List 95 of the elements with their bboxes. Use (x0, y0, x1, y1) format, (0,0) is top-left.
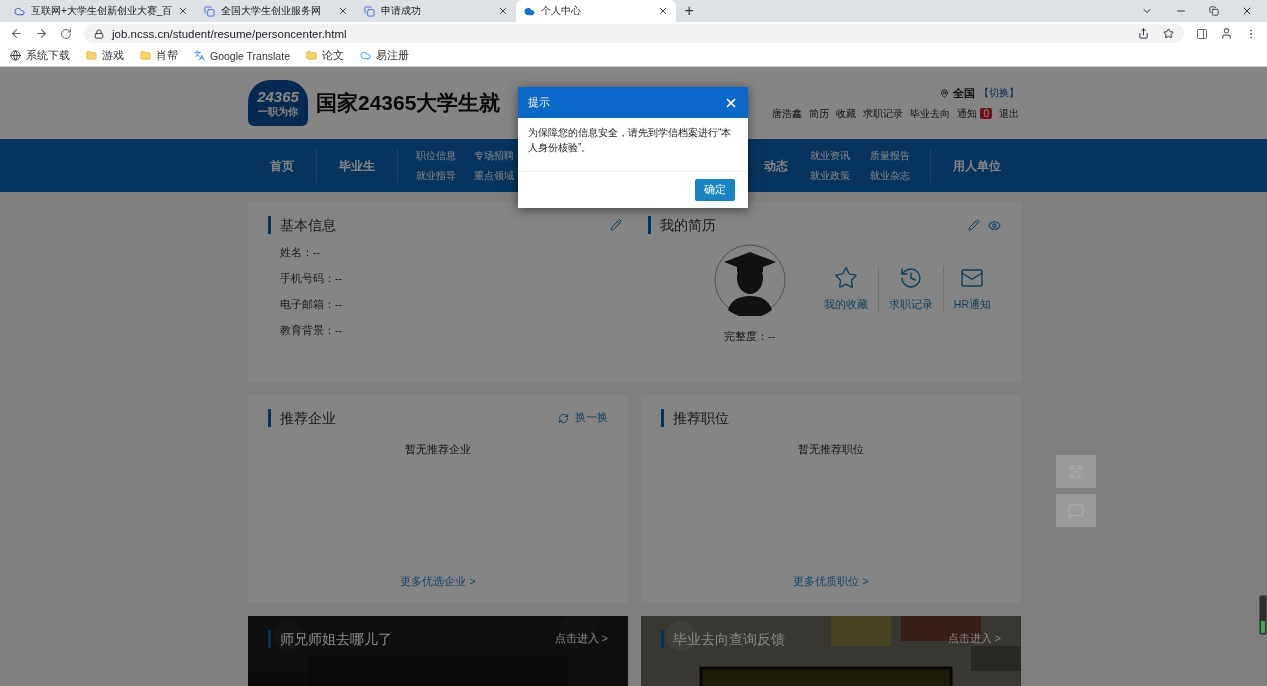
site-title: 国家24365大学生就 (316, 90, 501, 116)
level-meter-icon (1259, 595, 1267, 635)
folder-icon (305, 50, 317, 61)
info-field: 手机号码：-- (280, 272, 622, 286)
folder-icon (140, 50, 151, 61)
site-icon (204, 5, 216, 17)
site-icon (364, 5, 376, 17)
card-title: 推荐企业 (268, 409, 336, 427)
lock-icon (94, 28, 104, 39)
side-panel-icon[interactable] (1196, 27, 1208, 40)
star-icon (833, 266, 858, 290)
profile-icon[interactable] (1220, 27, 1233, 40)
close-icon[interactable] (338, 6, 349, 16)
close-icon[interactable] (658, 6, 669, 16)
info-field: 教育背景：-- (280, 324, 622, 338)
browser-tab[interactable]: 全国大学生创业服务网 (196, 0, 357, 22)
bookmark[interactable]: 游戏 (86, 48, 124, 63)
nav-link[interactable]: 就业指导 (416, 168, 456, 183)
forward-icon[interactable] (35, 27, 48, 40)
resume-action-link[interactable]: 我的收藏 (813, 266, 878, 312)
cloud-icon (524, 5, 536, 17)
refresh-link[interactable]: 换一换 (558, 411, 608, 425)
browser-tab[interactable]: 互联网+大学生创新创业大赛_百 (6, 0, 197, 22)
translate-icon (194, 50, 205, 61)
star-icon[interactable] (1163, 28, 1174, 39)
dialog-title: 提示 (528, 95, 550, 110)
mail-icon (960, 266, 985, 290)
edit-icon[interactable] (968, 219, 980, 231)
dialog-message: 为保障您的信息安全，请先到学信档案进行“本人身份核验”。 (518, 118, 748, 172)
edit-icon[interactable] (609, 219, 622, 231)
info-field: 电子邮箱：-- (280, 298, 622, 312)
banner-title: 师兄师姐去哪儿了 (268, 630, 392, 648)
new-tab-button[interactable]: + (676, 2, 702, 20)
address-bar[interactable]: job.ncss.cn/student/resume/personcenter.html (84, 24, 1184, 43)
pin-icon (940, 88, 949, 98)
cloud-icon (359, 50, 371, 61)
browser-tab[interactable]: 申请成功 (356, 0, 517, 22)
header-link[interactable]: 求职记录 (863, 106, 904, 121)
nav-link[interactable]: 职位信息 (416, 148, 456, 163)
close-icon[interactable] (498, 6, 509, 16)
browser-tab[interactable]: 个人中心 (516, 0, 677, 22)
view-icon[interactable] (988, 218, 1001, 232)
nav-item[interactable]: 用人单位 (930, 148, 1023, 183)
nav-link[interactable]: 专场招聘 (474, 148, 514, 163)
url-text: job.ncss.cn/student/resume/personcenter.html (112, 27, 347, 40)
close-icon[interactable] (1241, 5, 1253, 17)
folder-icon (86, 50, 97, 61)
bookmark[interactable]: 系统下载 (10, 48, 70, 63)
nav-link[interactable]: 就业资讯 (810, 148, 850, 163)
banner-title: 毕业去向查询反馈 (661, 630, 785, 648)
header-link[interactable]: 毕业去向 (910, 106, 951, 121)
enter-link[interactable]: 点击进入 > (554, 632, 608, 646)
back-icon[interactable] (10, 27, 23, 40)
history-icon (898, 266, 923, 290)
location: 全国 (953, 85, 975, 101)
completeness-text: 完整度：-- (724, 330, 775, 344)
logo-slogan: 一职为你 (258, 104, 298, 119)
count-badge: 0 (980, 108, 992, 119)
nav-link[interactable]: 质量报告 (870, 148, 910, 163)
bookmark[interactable]: 肖帮 (140, 48, 178, 63)
logo-number: 24365 (257, 87, 299, 105)
empty-text: 暂无推荐职位 (798, 443, 864, 457)
nav-link[interactable]: 重点领域 (474, 168, 514, 183)
more-link[interactable]: 更多优选企业 > (400, 575, 476, 589)
bookmark[interactable]: Google Translate (194, 49, 290, 62)
resume-action-link[interactable]: HR通知 (942, 266, 1001, 312)
nav-link[interactable]: 就业杂志 (870, 168, 910, 183)
header-link[interactable]: 退出 (999, 106, 1019, 121)
empty-text: 暂无推荐企业 (405, 443, 471, 457)
notice-link[interactable]: 通知 0 (957, 106, 992, 121)
nav-item[interactable]: 首页 (248, 148, 317, 183)
resume-action-link[interactable]: 求职记录 (877, 266, 943, 312)
user-link[interactable]: 唐浩鑫 (772, 106, 803, 121)
more-link[interactable]: 更多优质职位 > (793, 575, 869, 589)
switch-link[interactable]: 【切换】 (979, 86, 1019, 100)
nav-link[interactable]: 就业政策 (810, 168, 850, 183)
card-title: 基本信息 (268, 216, 336, 234)
graduate-avatar-icon (713, 244, 786, 316)
header-link[interactable]: 收藏 (836, 106, 857, 121)
restore-icon[interactable] (1209, 6, 1219, 16)
bookmark[interactable]: 易注册 (359, 48, 409, 63)
close-icon[interactable] (178, 6, 189, 16)
confirm-button[interactable]: 确定 (695, 179, 735, 201)
card-title: 我的简历 (647, 216, 716, 234)
reload-icon[interactable] (60, 27, 72, 40)
refresh-icon (558, 412, 569, 424)
nav-item[interactable]: 毕业生 (317, 148, 398, 183)
nav-item[interactable]: 动态 (764, 148, 798, 183)
globe-icon (10, 50, 21, 61)
enter-link[interactable]: 点击进入 > (947, 632, 1001, 646)
share-icon[interactable] (1138, 28, 1149, 39)
bookmark[interactable]: 论文 (305, 48, 344, 63)
header-link[interactable]: 简历 (809, 106, 830, 121)
card-title: 推荐职位 (661, 409, 729, 427)
info-field: 姓名：-- (280, 246, 622, 260)
